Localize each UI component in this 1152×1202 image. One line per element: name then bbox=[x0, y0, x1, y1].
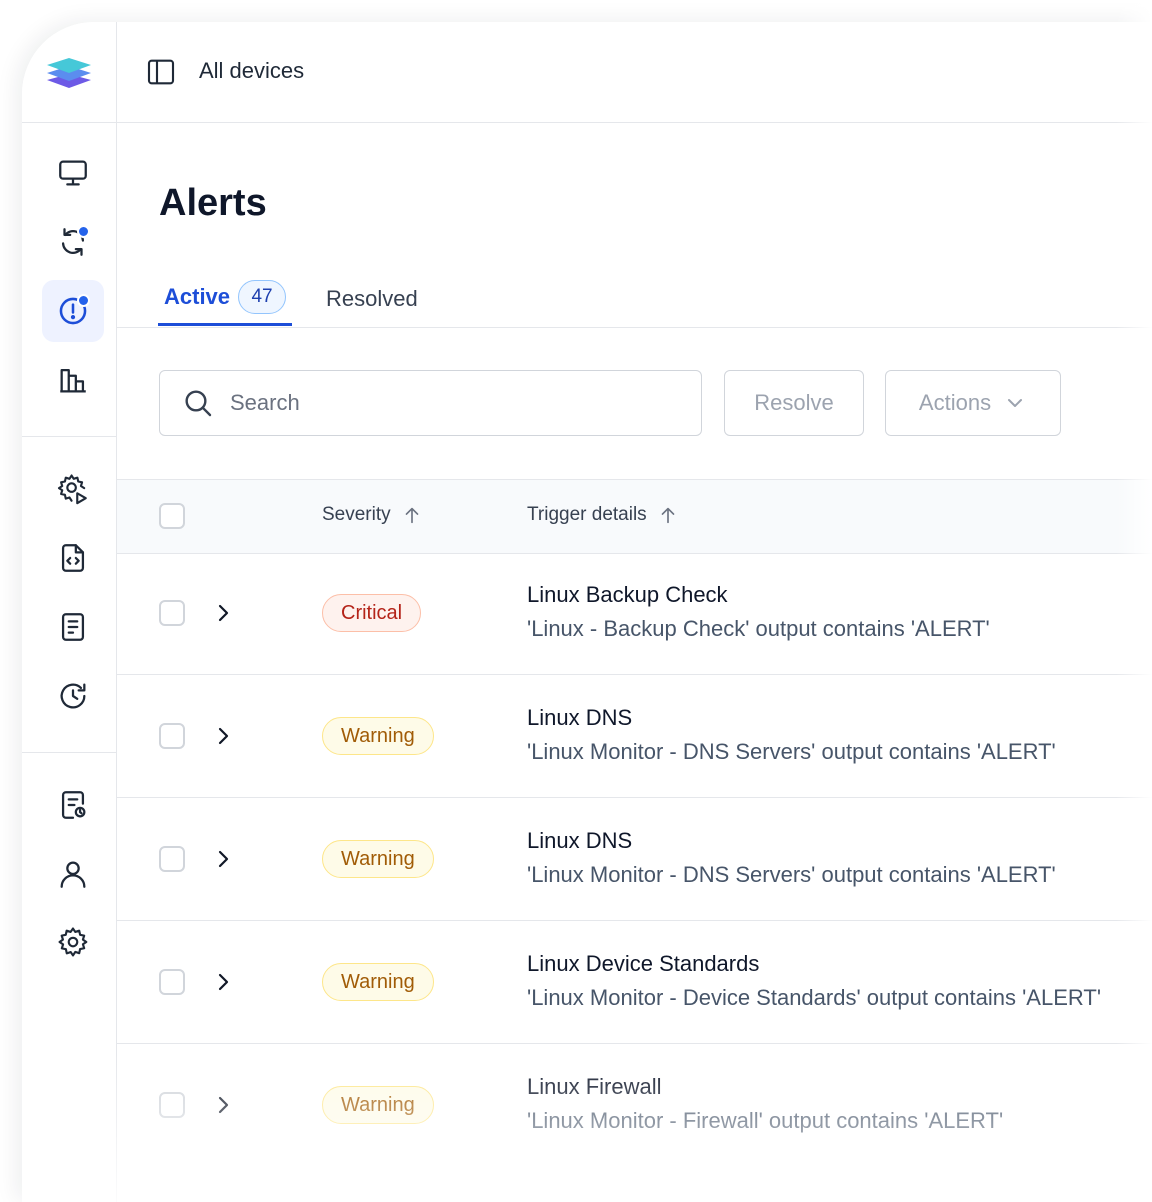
nav-history[interactable] bbox=[42, 665, 104, 727]
history-icon bbox=[60, 683, 86, 709]
chevron-right-icon[interactable] bbox=[211, 601, 235, 625]
actions-dropdown-button[interactable]: Actions bbox=[885, 370, 1061, 436]
severity-badge: Warning bbox=[322, 1086, 434, 1124]
tab-bar: Active 47 Resolved bbox=[117, 270, 1152, 328]
nav-settings[interactable] bbox=[42, 911, 104, 973]
alert-detail: 'Linux - Backup Check' output contains '… bbox=[527, 616, 990, 641]
tab-active[interactable]: Active 47 bbox=[158, 270, 293, 326]
table-row[interactable]: Critical Linux Backup Check 'Linux - Bac… bbox=[117, 552, 1152, 675]
sort-arrow-up-icon bbox=[661, 507, 675, 524]
severity-badge: Warning bbox=[322, 840, 434, 878]
app-window: All devices Alerts Active 47 Resolved Re… bbox=[22, 22, 1152, 1202]
alert-title: Linux Backup Check bbox=[527, 582, 728, 607]
document-icon bbox=[61, 613, 85, 641]
alert-title: Linux DNS bbox=[527, 828, 633, 853]
chevron-right-icon[interactable] bbox=[211, 847, 235, 871]
breadcrumb-all-devices[interactable]: All devices bbox=[199, 58, 304, 84]
automation-gear-icon bbox=[57, 474, 87, 505]
layers-logo-icon[interactable] bbox=[44, 52, 94, 92]
column-severity-label: Severity bbox=[322, 504, 391, 525]
nav-policies[interactable] bbox=[42, 774, 104, 836]
column-trigger-details-label: Trigger details bbox=[527, 504, 647, 525]
notification-dot bbox=[77, 225, 90, 238]
tab-active-label: Active bbox=[164, 283, 231, 309]
alert-detail: 'Linux Monitor - DNS Servers' output con… bbox=[527, 739, 1056, 764]
actions-label: Actions bbox=[918, 390, 992, 415]
nav-patching[interactable] bbox=[42, 211, 104, 273]
alert-detail: 'Linux Monitor - DNS Servers' output con… bbox=[527, 862, 1056, 887]
page-title: Alerts bbox=[159, 182, 267, 224]
row-checkbox[interactable] bbox=[159, 846, 185, 872]
select-all-checkbox[interactable] bbox=[159, 503, 185, 529]
chevron-down-icon bbox=[1008, 399, 1023, 407]
column-severity[interactable]: Severity bbox=[322, 504, 423, 526]
search-box[interactable] bbox=[159, 370, 702, 436]
sidebar-divider bbox=[22, 752, 116, 753]
bar-chart-icon bbox=[60, 368, 86, 393]
notification-dot bbox=[77, 294, 90, 307]
nav-users[interactable] bbox=[42, 843, 104, 905]
chevron-right-icon[interactable] bbox=[211, 970, 235, 994]
nav-reports[interactable] bbox=[42, 349, 104, 411]
nav-scripts[interactable] bbox=[42, 527, 104, 589]
table-row[interactable]: Warning Linux Device Standards 'Linux Mo… bbox=[117, 921, 1152, 1044]
table-row[interactable]: Warning Linux DNS 'Linux Monitor - DNS S… bbox=[117, 675, 1152, 798]
report-icon bbox=[61, 791, 86, 819]
table-row[interactable]: Warning Linux DNS 'Linux Monitor - DNS S… bbox=[117, 798, 1152, 921]
severity-badge: Warning bbox=[322, 963, 434, 1001]
severity-badge: Warning bbox=[322, 717, 434, 755]
row-checkbox[interactable] bbox=[159, 723, 185, 749]
column-trigger-details[interactable]: Trigger details bbox=[527, 504, 679, 526]
alert-detail: 'Linux Monitor - Device Standards' outpu… bbox=[527, 985, 1102, 1010]
sidebar-toggle-icon[interactable] bbox=[145, 56, 177, 88]
table-header: Severity Trigger details bbox=[117, 479, 1152, 554]
alert-detail: 'Linux Monitor - Firewall' output contai… bbox=[527, 1108, 1004, 1133]
sidebar-divider bbox=[22, 122, 116, 123]
row-checkbox[interactable] bbox=[159, 600, 185, 626]
search-input[interactable] bbox=[228, 389, 672, 417]
sidebar-divider bbox=[22, 436, 116, 437]
top-header: All devices bbox=[117, 22, 1152, 123]
table-row[interactable]: Warning Linux Firewall 'Linux Monitor - … bbox=[117, 1044, 1152, 1166]
nav-alerts[interactable] bbox=[42, 280, 104, 342]
resolve-button[interactable]: Resolve bbox=[724, 370, 864, 436]
monitor-icon bbox=[59, 160, 87, 186]
chevron-right-icon[interactable] bbox=[211, 1093, 235, 1117]
sidebar bbox=[22, 22, 117, 1202]
row-checkbox[interactable] bbox=[159, 1092, 185, 1118]
tab-resolved[interactable]: Resolved bbox=[326, 270, 418, 327]
sort-arrow-up-icon bbox=[405, 507, 418, 524]
user-icon bbox=[60, 861, 86, 888]
nav-devices[interactable] bbox=[42, 142, 104, 204]
severity-badge: Critical bbox=[322, 594, 422, 632]
chevron-right-icon[interactable] bbox=[211, 724, 235, 748]
search-icon bbox=[185, 390, 212, 417]
alert-title: Linux Firewall bbox=[527, 1074, 662, 1099]
row-checkbox[interactable] bbox=[159, 969, 185, 995]
settings-icon bbox=[58, 927, 88, 957]
script-file-icon bbox=[61, 544, 85, 572]
nav-automation[interactable] bbox=[42, 458, 104, 520]
alert-title: Linux DNS bbox=[527, 705, 633, 730]
alert-title: Linux Device Standards bbox=[527, 951, 760, 976]
active-count-badge: 47 bbox=[238, 279, 287, 314]
nav-documents[interactable] bbox=[42, 596, 104, 658]
